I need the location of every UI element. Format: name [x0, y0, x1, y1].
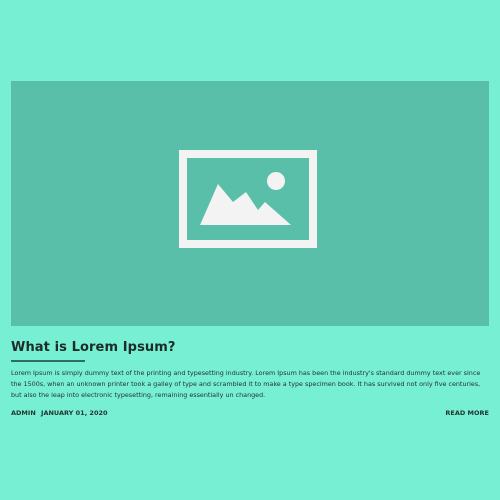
read-more-link[interactable]: READ MORE	[445, 409, 489, 417]
post-excerpt: Lorem Ipsum is simply dummy text of the …	[11, 369, 481, 399]
title-underline	[11, 360, 85, 362]
image-placeholder-icon	[179, 150, 317, 248]
post-card: What is Lorem Ipsum? Lorem Ipsum is simp…	[11, 81, 489, 417]
post-date: JANUARY 01, 2020	[41, 409, 108, 417]
post-meta-left: ADMIN JANUARY 01, 2020	[11, 409, 108, 417]
post-author: ADMIN	[11, 409, 36, 417]
post-featured-image[interactable]	[11, 81, 489, 326]
post-meta: ADMIN JANUARY 01, 2020 READ MORE	[11, 409, 489, 417]
post-title[interactable]: What is Lorem Ipsum?	[11, 340, 489, 355]
